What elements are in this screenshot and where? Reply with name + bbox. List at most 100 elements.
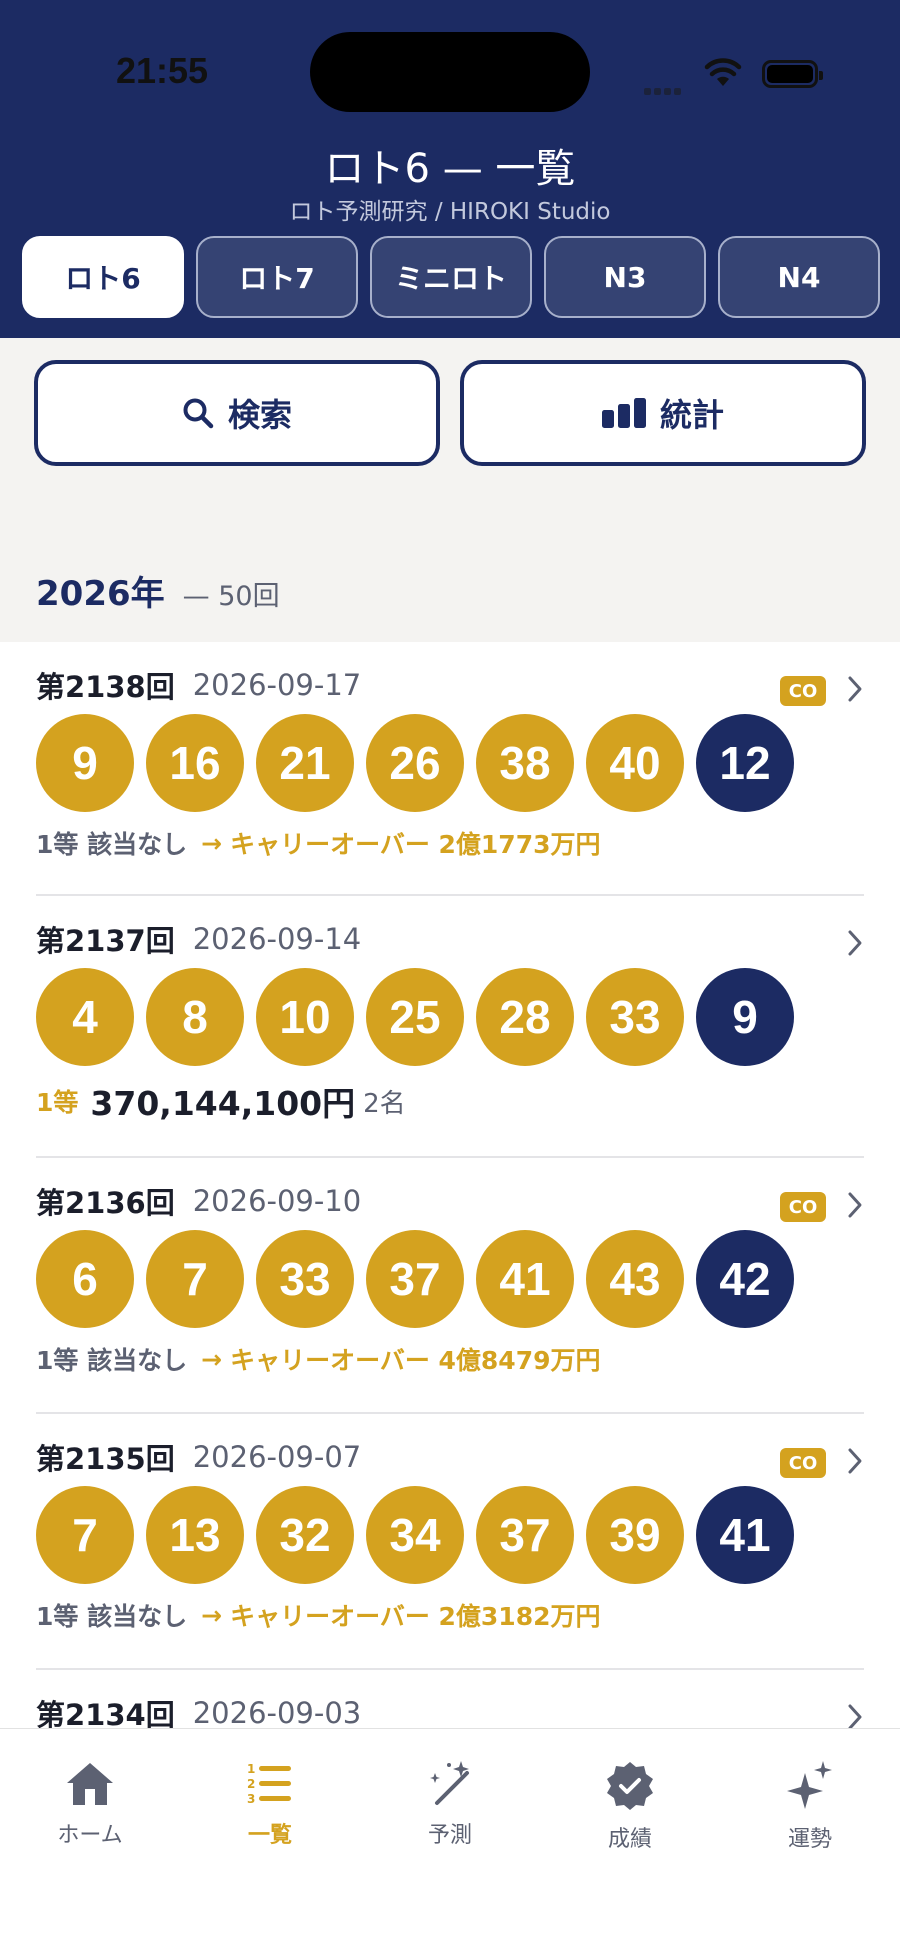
carryover-badge: CO bbox=[780, 1448, 826, 1478]
chevron-right-icon bbox=[848, 676, 862, 702]
tab-n4[interactable]: N4 bbox=[718, 236, 880, 318]
first-prize-status: 1等 該当なし bbox=[36, 1346, 188, 1375]
wifi-icon bbox=[704, 58, 742, 86]
search-icon bbox=[183, 398, 214, 429]
nav-fortune-label: 運勢 bbox=[787, 1827, 832, 1852]
draw-number: 第2138回 bbox=[36, 670, 175, 704]
cellular-signal-icon bbox=[644, 80, 688, 95]
bonus-number-ball: 12 bbox=[696, 714, 794, 812]
chevron-right-icon bbox=[848, 1704, 862, 1730]
page-title: ロト6 — 一覧 bbox=[324, 146, 576, 192]
draw-date: 2026-09-10 bbox=[192, 1184, 362, 1218]
draw-row[interactable]: 第2135回 2026-09-07 CO 7 13 32 34 37 39 41… bbox=[36, 1414, 864, 1670]
tab-miniloto[interactable]: ミニロト bbox=[370, 236, 532, 318]
bonus-number-ball: 41 bbox=[696, 1486, 794, 1584]
nav-home[interactable]: ホーム bbox=[20, 1759, 160, 1849]
chevron-right-icon bbox=[848, 930, 862, 956]
draw-row[interactable]: 第2137回 2026-09-14 4 8 10 25 28 33 9 1等 3… bbox=[36, 896, 864, 1158]
nav-predict-label: 予測 bbox=[427, 1823, 472, 1848]
svg-text:1: 1 bbox=[247, 1762, 255, 1776]
tab-n3[interactable]: N3 bbox=[544, 236, 706, 318]
tab-loto6[interactable]: ロト6 bbox=[22, 236, 184, 318]
check-badge-icon bbox=[607, 1762, 653, 1810]
nav-fortune[interactable]: 運勢 bbox=[740, 1759, 880, 1853]
main-number-ball: 34 bbox=[366, 1486, 464, 1584]
arrow-right-icon: → bbox=[201, 828, 223, 858]
stats-button[interactable]: 統計 bbox=[460, 360, 866, 466]
draw-number: 第2136回 bbox=[36, 1186, 175, 1220]
search-button[interactable]: 検索 bbox=[34, 360, 440, 466]
draw-date: 2026-09-03 bbox=[192, 1696, 362, 1730]
chevron-right-icon bbox=[848, 1448, 862, 1474]
page-subtitle: ロト予測研究 / HIROKI Studio bbox=[289, 199, 611, 225]
arrow-right-icon: → bbox=[201, 1344, 223, 1374]
main-number-ball: 13 bbox=[146, 1486, 244, 1584]
draw-list: 第2138回 2026-09-17 CO 9 16 21 26 38 40 12… bbox=[0, 642, 900, 1730]
main-number-ball: 33 bbox=[256, 1230, 354, 1328]
draw-number: 第2134回 bbox=[36, 1698, 175, 1730]
main-number-ball: 41 bbox=[476, 1230, 574, 1328]
main-number-ball: 39 bbox=[586, 1486, 684, 1584]
draw-result: 1等 該当なし → キャリーオーバー 2億1773万円 bbox=[36, 812, 864, 874]
main-number-ball: 9 bbox=[36, 714, 134, 812]
main-number-ball: 38 bbox=[476, 714, 574, 812]
number-balls: 7 13 32 34 37 39 41 bbox=[36, 1486, 864, 1584]
main-number-ball: 32 bbox=[256, 1486, 354, 1584]
first-prize-status: 1等 該当なし bbox=[36, 1602, 188, 1631]
draw-date: 2026-09-17 bbox=[192, 668, 362, 702]
draw-row[interactable]: 第2136回 2026-09-10 CO 6 7 33 37 41 43 42 … bbox=[36, 1158, 864, 1414]
draw-result: 1等 該当なし → キャリーオーバー 4億8479万円 bbox=[36, 1328, 864, 1390]
bar-chart-icon bbox=[601, 398, 646, 428]
main-number-ball: 21 bbox=[256, 714, 354, 812]
dynamic-island bbox=[310, 32, 590, 112]
main-number-ball: 4 bbox=[36, 968, 134, 1066]
draw-row[interactable]: 第2138回 2026-09-17 CO 9 16 21 26 38 40 12… bbox=[36, 642, 864, 896]
bonus-number-ball: 42 bbox=[696, 1230, 794, 1328]
sparkles-icon bbox=[787, 1761, 832, 1809]
carryover-amount: キャリーオーバー 2億1773万円 bbox=[230, 830, 601, 859]
tab-loto7[interactable]: ロト7 bbox=[196, 236, 358, 318]
draw-row[interactable]: 第2134回 2026-09-03 bbox=[36, 1670, 864, 1730]
main-number-ball: 40 bbox=[586, 714, 684, 812]
status-time: 21:55 bbox=[116, 50, 209, 91]
magic-wand-icon bbox=[430, 1761, 469, 1805]
nav-results[interactable]: 成績 bbox=[560, 1759, 700, 1853]
arrow-right-icon: → bbox=[201, 1600, 223, 1630]
draw-result: 1等 370,144,100円 2名 bbox=[36, 1066, 864, 1136]
svg-text:3: 3 bbox=[247, 1792, 255, 1806]
winner-count: 2名 bbox=[363, 1088, 406, 1119]
prize-rank: 1等 bbox=[36, 1088, 79, 1117]
stats-button-label: 統計 bbox=[659, 396, 724, 434]
main-number-ball: 37 bbox=[366, 1230, 464, 1328]
main-number-ball: 7 bbox=[36, 1486, 134, 1584]
main-number-ball: 10 bbox=[256, 968, 354, 1066]
number-balls: 4 8 10 25 28 33 9 bbox=[36, 968, 864, 1066]
nav-predict[interactable]: 予測 bbox=[380, 1759, 520, 1849]
draw-count: — 50回 bbox=[182, 581, 280, 612]
battery-icon bbox=[762, 60, 823, 88]
action-buttons: 検索 統計 bbox=[34, 360, 866, 466]
carryover-amount: キャリーオーバー 2億3182万円 bbox=[230, 1602, 601, 1631]
carryover-badge: CO bbox=[780, 676, 826, 706]
lottery-tabs: ロト6 ロト7 ミニロト N3 N4 bbox=[22, 236, 880, 318]
year-section-header: 2026年 — 50回 bbox=[36, 566, 280, 615]
svg-text:2: 2 bbox=[247, 1777, 255, 1791]
main-number-ball: 16 bbox=[146, 714, 244, 812]
chevron-right-icon bbox=[848, 1192, 862, 1218]
first-prize-status: 1等 該当なし bbox=[36, 830, 188, 859]
draw-date: 2026-09-07 bbox=[192, 1440, 362, 1474]
nav-home-label: ホーム bbox=[57, 1823, 123, 1848]
main-number-ball: 6 bbox=[36, 1230, 134, 1328]
bottom-tab-bar: ホーム 1 2 3 一覧 予測 成績 運勢 bbox=[0, 1728, 900, 1957]
header: 21:55 ロト6 — 一覧 ロト予測研究 / HIROKI Studio ロト… bbox=[0, 0, 900, 338]
draw-result: 1等 該当なし → キャリーオーバー 2億3182万円 bbox=[36, 1584, 864, 1646]
main-number-ball: 28 bbox=[476, 968, 574, 1066]
main-number-ball: 26 bbox=[366, 714, 464, 812]
nav-results-label: 成績 bbox=[607, 1827, 652, 1852]
bonus-number-ball: 9 bbox=[696, 968, 794, 1066]
home-icon bbox=[67, 1763, 113, 1805]
carryover-amount: キャリーオーバー 4億8479万円 bbox=[230, 1346, 601, 1375]
prize-amount: 370,144,100円 bbox=[90, 1084, 356, 1123]
nav-list[interactable]: 1 2 3 一覧 bbox=[200, 1759, 340, 1849]
draw-date: 2026-09-14 bbox=[192, 922, 362, 956]
